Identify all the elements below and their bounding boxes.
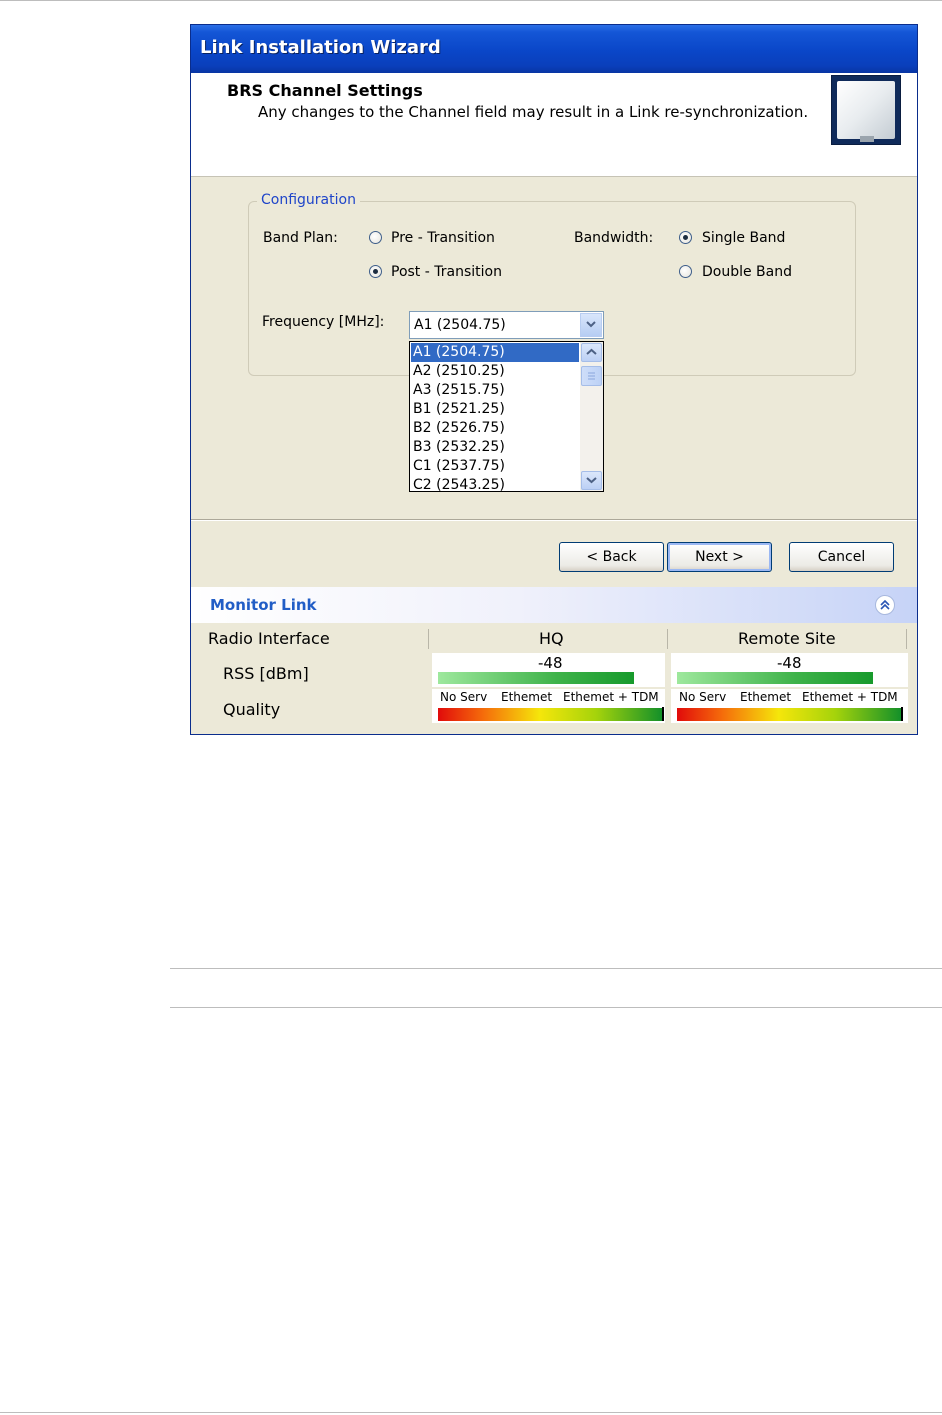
frequency-label: Frequency [MHz]: (262, 314, 385, 330)
radio-single-band[interactable] (679, 231, 692, 244)
remote-quality-ethernet-tdm: Ethemet + TDM (802, 690, 898, 704)
double-chevron-up-icon[interactable] (875, 595, 895, 615)
double-band-label[interactable]: Double Band (702, 264, 792, 280)
remote-quality-no-serv: No Serv (679, 690, 727, 704)
frequency-option[interactable]: C2 (2543.25) (411, 476, 579, 491)
column-divider (667, 629, 668, 649)
frequency-dropdown-list[interactable]: A1 (2504.75) A2 (2510.25) A3 (2515.75) B… (409, 341, 604, 492)
post-transition-label[interactable]: Post - Transition (391, 264, 502, 280)
hq-quality-ethernet-tdm: Ethemet + TDM (563, 690, 659, 704)
scroll-down-button[interactable] (581, 471, 602, 490)
remote-rss-cell: -48 (671, 653, 908, 687)
frequency-option[interactable]: B1 (2521.25) (411, 400, 579, 419)
chevron-down-icon (586, 477, 597, 484)
hq-quality-cell: No Serv Ethemet Ethemet + TDM (432, 689, 665, 723)
col-hq: HQ (539, 629, 564, 648)
hq-quality-no-serv: No Serv (440, 690, 488, 704)
col-radio-interface: Radio Interface (208, 629, 330, 648)
frequency-option[interactable]: A2 (2510.25) (411, 362, 579, 381)
chevron-up-icon (586, 348, 597, 355)
next-button[interactable]: Next > (667, 542, 772, 572)
remote-quality-cell: No Serv Ethemet Ethemet + TDM (671, 689, 908, 723)
page-title: BRS Channel Settings (227, 81, 423, 100)
col-remote-site: Remote Site (738, 629, 836, 648)
scroll-up-button[interactable] (581, 343, 602, 362)
page-bottom-rule (0, 1412, 942, 1413)
monitor-link-title: Monitor Link (210, 596, 317, 614)
radio-panel-icon (831, 75, 901, 145)
hq-rss-cell: -48 (432, 653, 665, 687)
radio-pre-transition[interactable] (369, 231, 382, 244)
button-area-separator (191, 519, 917, 521)
panel-face (837, 81, 895, 139)
cancel-button[interactable]: Cancel (789, 542, 894, 572)
row-quality-label: Quality (223, 700, 281, 719)
monitor-link-panel: Radio Interface HQ Remote Site RSS [dBm]… (191, 623, 917, 734)
remote-rss-bar (677, 672, 873, 684)
hq-rss-bar (438, 672, 634, 684)
remote-quality-marker (901, 707, 903, 721)
dropdown-button[interactable] (580, 313, 602, 337)
remote-rss-value: -48 (777, 654, 802, 672)
page-rule (170, 968, 942, 969)
dropdown-scrollbar[interactable] (580, 342, 603, 491)
page-rule (170, 1007, 942, 1008)
frequency-select[interactable]: A1 (2504.75) (409, 311, 604, 339)
monitor-link-header[interactable]: Monitor Link (191, 587, 917, 623)
remote-quality-ethernet: Ethemet (740, 690, 792, 704)
grip-icon (588, 372, 595, 380)
wizard-header: BRS Channel Settings Any changes to the … (191, 73, 917, 177)
panel-mount (860, 136, 874, 142)
radio-double-band[interactable] (679, 265, 692, 278)
radio-post-transition[interactable] (369, 265, 382, 278)
back-button[interactable]: < Back (559, 542, 664, 572)
row-rss-label: RSS [dBm] (223, 664, 309, 683)
column-divider (906, 629, 907, 649)
bandwidth-label: Bandwidth: (574, 230, 654, 246)
remote-quality-bar (677, 708, 903, 721)
wizard-window: Link Installation Wizard BRS Channel Set… (190, 24, 918, 735)
frequency-option[interactable]: C1 (2537.75) (411, 457, 579, 476)
scroll-thumb[interactable] (581, 366, 602, 386)
hq-rss-value: -48 (538, 654, 563, 672)
page-subtitle: Any changes to the Channel field may res… (258, 103, 809, 121)
column-divider (428, 629, 429, 649)
frequency-option[interactable]: B3 (2532.25) (411, 438, 579, 457)
single-band-label[interactable]: Single Band (702, 230, 785, 246)
frequency-option[interactable]: A3 (2515.75) (411, 381, 579, 400)
pre-transition-label[interactable]: Pre - Transition (391, 230, 495, 246)
frequency-option[interactable]: B2 (2526.75) (411, 419, 579, 438)
frequency-select-value: A1 (2504.75) (414, 317, 506, 333)
configuration-legend: Configuration (257, 192, 360, 208)
hq-quality-marker (662, 707, 664, 721)
frequency-option[interactable]: A1 (2504.75) (411, 343, 579, 362)
window-title: Link Installation Wizard (200, 37, 441, 58)
chevron-down-icon (586, 321, 596, 328)
page-top-rule (0, 0, 942, 1)
hq-quality-ethernet: Ethemet (501, 690, 553, 704)
band-plan-label: Band Plan: (263, 230, 338, 246)
hq-quality-bar (438, 708, 664, 721)
title-bar[interactable]: Link Installation Wizard (191, 25, 917, 73)
